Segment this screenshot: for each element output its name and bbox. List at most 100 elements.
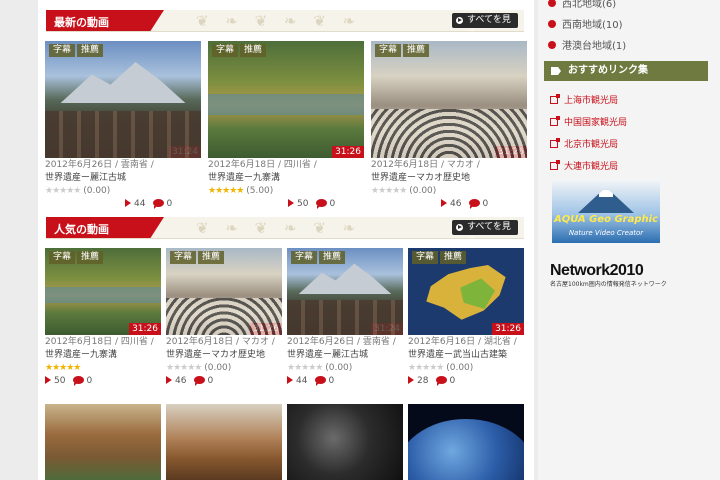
video-rating: ★★★★★ (0.00) <box>287 362 403 374</box>
aqua-geo-banner[interactable]: AQUA Geo Graphic Nature Video Creator <box>552 179 660 243</box>
network2010-banner[interactable]: Network2010 名古屋100km圏内の情報発信ネットワーク <box>550 262 670 288</box>
external-link-icon <box>550 116 560 126</box>
comment-icon <box>436 376 448 386</box>
latest-section-title: 最新の動画 <box>54 16 109 29</box>
latest-see-all-button[interactable]: すべてを見る <box>452 13 518 31</box>
duration-badge: 31:26 <box>250 323 282 335</box>
link-label: 大連市観光局 <box>564 162 619 172</box>
region-label: 港澳台地域(1) <box>562 41 627 52</box>
video-card[interactable]: 字幕 推薦 31:26 2012年6月18日 / 四川省 / 世界遺産ー九寨溝 … <box>208 41 364 211</box>
video-thumbnail[interactable] <box>408 404 524 480</box>
video-title[interactable]: 世界遺産ーマカオ歴史地 <box>371 172 527 185</box>
subtitle-badge: 字幕 <box>170 251 197 264</box>
video-date: 2012年6月18日 <box>45 337 113 347</box>
video-region[interactable]: 湖北省 <box>484 337 511 347</box>
video-thumbnail[interactable]: 字幕 推薦 31:26 <box>371 41 527 158</box>
video-card[interactable]: 字幕 推薦 31:26 2012年6月18日 / マカオ / 世界遺産ーマカオ歴… <box>371 41 527 211</box>
rating-stars: ★★★★★ <box>45 186 81 196</box>
video-counts: 44 0 <box>45 198 201 211</box>
play-icon <box>287 376 293 384</box>
sidebar-link[interactable]: 中国国家観光局 <box>550 115 627 128</box>
rating-stars: ★★★★★ <box>166 363 202 373</box>
video-date: 2012年6月26日 <box>287 337 355 347</box>
video-title[interactable]: 世界遺産ー麗江古城 <box>45 172 201 185</box>
video-card[interactable]: 字幕 推薦 31:24 2012年6月26日 / 雲南省 / 世界遺産ー麗江古城… <box>45 41 201 211</box>
video-title[interactable]: 世界遺産ーマカオ歴史地 <box>166 349 282 362</box>
video-counts: 28 0 <box>408 375 524 388</box>
rating-value: (5.00) <box>246 186 274 196</box>
video-region[interactable]: 雲南省 <box>363 337 390 347</box>
video-title[interactable]: 世界遺産ー麗江古城 <box>287 349 403 362</box>
video-thumbnail[interactable]: 字幕 推薦 31:24 <box>45 41 201 158</box>
video-meta: 2012年6月18日 / 四川省 / <box>45 337 154 347</box>
subtitle-badge: 字幕 <box>49 251 76 264</box>
video-region[interactable]: マカオ <box>447 160 474 170</box>
view-count: 46 <box>450 199 462 209</box>
video-meta: 2012年6月26日 / 雲南省 / <box>287 337 396 347</box>
video-date: 2012年6月18日 <box>371 160 439 170</box>
sidebar-region-item[interactable]: 港澳台地域(1) <box>548 37 626 52</box>
sidebar-link[interactable]: 上海市観光局 <box>550 93 618 106</box>
banner-title: Network2010 <box>550 262 644 279</box>
video-rating: ★★★★★ (0.00) <box>371 185 527 197</box>
video-thumbnail[interactable] <box>45 404 161 480</box>
video-card[interactable]: 字幕 推薦 31:26 2012年6月18日 / マカオ / 世界遺産ーマカオ歴… <box>166 248 282 388</box>
duration-badge: 31:24 <box>371 323 403 335</box>
subtitle-badge: 字幕 <box>49 44 76 57</box>
sidebar-link[interactable]: 北京市観光局 <box>550 137 618 150</box>
video-region[interactable]: 四川省 <box>284 160 311 170</box>
comment-count: 0 <box>207 376 214 386</box>
bullet-icon <box>548 20 556 28</box>
video-date: 2012年6月26日 <box>45 160 113 170</box>
latest-section-header: ❦ ❧ ❦ ❧ ❦ ❧ 最新の動画 すべてを見る <box>46 10 524 32</box>
see-all-label: すべてを見る <box>467 222 511 238</box>
sidebar-region-item[interactable]: 西南地域(10) <box>548 16 623 31</box>
duration-badge: 31:24 <box>169 146 201 158</box>
video-card[interactable]: 字幕 推薦 31:26 2012年6月16日 / 湖北省 / 世界遺産ー武当山古… <box>408 248 524 388</box>
external-link-icon <box>550 138 560 148</box>
subtitle-badge: 字幕 <box>291 251 318 264</box>
video-region[interactable]: 四川省 <box>121 337 148 347</box>
latest-section-tab: 最新の動画 <box>46 10 164 31</box>
video-meta: 2012年6月16日 / 湖北省 / <box>408 337 517 347</box>
rating-value: (0.00) <box>325 363 353 373</box>
comment-count: 0 <box>449 376 456 386</box>
video-thumbnail[interactable]: 字幕 推薦 31:26 <box>208 41 364 158</box>
video-region[interactable]: マカオ <box>242 337 269 347</box>
video-thumbnail[interactable] <box>166 404 282 480</box>
external-link-icon <box>550 160 560 170</box>
play-icon <box>125 199 131 207</box>
popular-see-all-button[interactable]: すべてを見る <box>452 220 518 238</box>
video-thumbnail[interactable]: 字幕 推薦 31:26 <box>166 248 282 335</box>
recommended-links-header: おすすめリンク集 <box>544 61 708 81</box>
video-thumbnail[interactable]: 字幕 推薦 31:24 <box>287 248 403 335</box>
video-thumbnail[interactable] <box>287 404 403 480</box>
video-title[interactable]: 世界遺産ー武当山古建築 <box>408 349 524 362</box>
header-flourish-icon: ❦ ❧ ❦ ❧ ❦ ❧ <box>196 219 362 237</box>
video-title[interactable]: 世界遺産ー九寨溝 <box>45 349 161 362</box>
sidebar-region-item[interactable]: 西北地域(6) <box>548 0 616 10</box>
recommended-badge: 推薦 <box>440 251 467 264</box>
recommended-badge: 推薦 <box>403 44 430 57</box>
rating-stars: ★★★★★ <box>208 186 244 196</box>
sidebar-link[interactable]: 大連市観光局 <box>550 159 618 172</box>
video-card[interactable]: 字幕 推薦 31:24 2012年6月26日 / 雲南省 / 世界遺産ー麗江古城… <box>287 248 403 388</box>
rating-stars: ★★★★★ <box>371 186 407 196</box>
recommended-badge: 推薦 <box>319 251 346 264</box>
comment-count: 0 <box>328 376 335 386</box>
video-thumbnail[interactable]: 字幕 推薦 31:26 <box>45 248 161 335</box>
sidebar: 西北地域(6) 西南地域(10) 港澳台地域(1) おすすめリンク集 上海市観光… <box>538 0 720 480</box>
video-date: 2012年6月16日 <box>408 337 476 347</box>
play-circle-icon <box>456 224 463 231</box>
region-label: 西北地域(6) <box>562 0 617 10</box>
popular-section-header: ❦ ❧ ❦ ❧ ❦ ❧ 人気の動画 すべてを見る <box>46 217 524 239</box>
video-card[interactable]: 字幕 推薦 31:26 2012年6月18日 / 四川省 / 世界遺産ー九寨溝 … <box>45 248 161 388</box>
view-count: 28 <box>417 376 429 386</box>
video-title[interactable]: 世界遺産ー九寨溝 <box>208 172 364 185</box>
video-thumbnail[interactable]: 字幕 推薦 31:26 <box>408 248 524 335</box>
video-region[interactable]: 雲南省 <box>121 160 148 170</box>
duration-badge: 31:26 <box>492 323 524 335</box>
recommended-badge: 推薦 <box>77 44 104 57</box>
play-icon <box>408 376 414 384</box>
view-count: 50 <box>54 376 66 386</box>
